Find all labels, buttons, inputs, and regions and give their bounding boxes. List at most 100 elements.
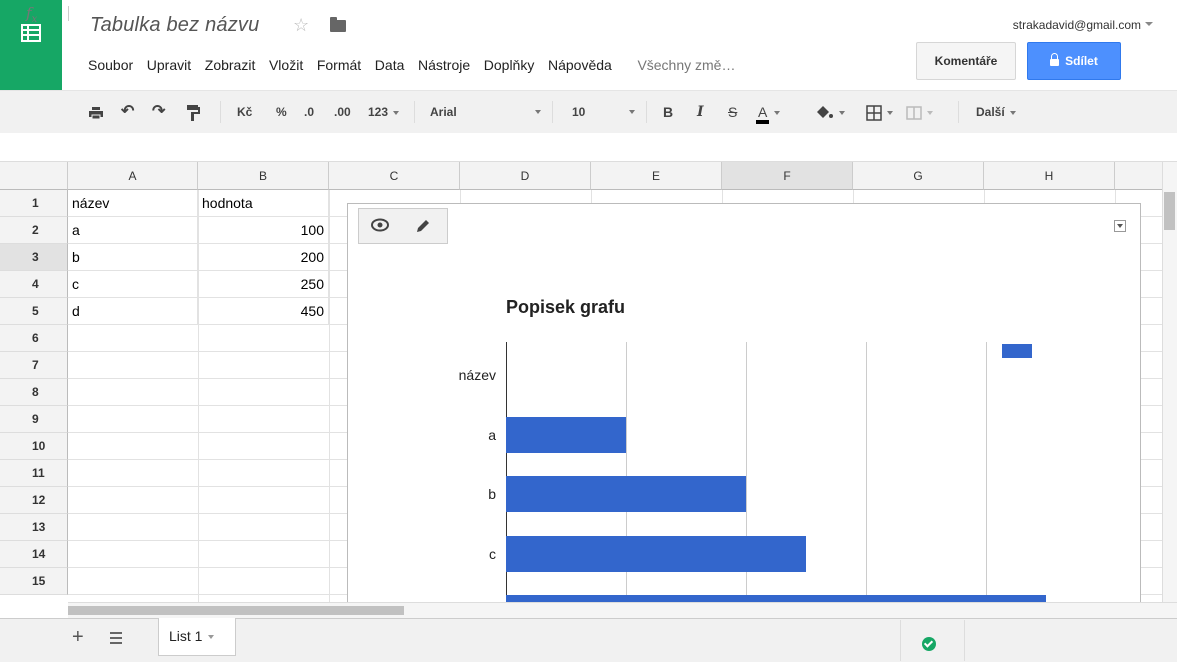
merge-cells-icon	[906, 105, 922, 120]
sheets-logo-icon	[21, 24, 41, 42]
column-header[interactable]: E	[591, 162, 722, 190]
row-header[interactable]: 8	[0, 379, 68, 406]
text-color-button[interactable]: A	[756, 91, 781, 133]
redo-icon[interactable]: ↷	[152, 91, 165, 133]
borders-button[interactable]	[866, 91, 893, 133]
column-header[interactable]: F	[722, 162, 853, 190]
column-header[interactable]: G	[853, 162, 984, 190]
row-header[interactable]: 15	[0, 568, 68, 595]
save-status[interactable]: Všechny změ…	[637, 57, 735, 73]
paint-format-icon[interactable]	[186, 91, 200, 133]
cell-b2[interactable]: 100	[198, 217, 329, 244]
formula-divider	[68, 6, 69, 21]
menu-addons[interactable]: Doplňky	[484, 57, 535, 73]
cell-b5[interactable]: 450	[198, 298, 329, 325]
column-header[interactable]: A	[68, 162, 198, 190]
italic-button[interactable]: I	[697, 91, 704, 133]
chevron-down-icon	[839, 110, 845, 115]
menu-help[interactable]: Nápověda	[548, 57, 612, 73]
menu-tools[interactable]: Nástroje	[418, 57, 470, 73]
row-header[interactable]: 13	[0, 514, 68, 541]
document-title[interactable]: Tabulka bez názvu	[90, 14, 259, 37]
format-percent-button[interactable]: %	[276, 91, 287, 133]
embedded-chart[interactable]: Popisek grafu názevabcd	[347, 203, 1141, 603]
menu-format[interactable]: Formát	[317, 57, 361, 73]
formula-bar[interactable]	[0, 133, 1177, 162]
toolbar: ↶ ↷ Kč % .0 .00 123 Arial 10 B I S A Dal…	[0, 90, 1177, 134]
row-header[interactable]: 12	[0, 487, 68, 514]
row-header[interactable]: 4	[0, 271, 68, 298]
share-button[interactable]: Sdílet	[1027, 42, 1121, 80]
chevron-down-icon[interactable]	[1145, 22, 1153, 26]
menu-file[interactable]: Soubor	[88, 57, 133, 73]
row-header[interactable]: 6	[0, 325, 68, 352]
row-header[interactable]: 2	[0, 217, 68, 244]
lock-icon	[1050, 53, 1060, 66]
menu-bar: Soubor Upravit Zobrazit Vložit Formát Da…	[88, 57, 745, 77]
all-sheets-icon[interactable]	[110, 632, 122, 644]
row-header[interactable]: 9	[0, 406, 68, 433]
sheet-tab[interactable]: List 1	[158, 618, 236, 656]
chart-bar[interactable]	[506, 535, 806, 572]
fill-color-button[interactable]	[814, 91, 845, 133]
row-header[interactable]: 7	[0, 352, 68, 379]
strikethrough-button[interactable]: S	[728, 91, 737, 133]
chart-plot-area: názevabcd	[348, 204, 1140, 602]
print-icon[interactable]	[88, 91, 104, 133]
chart-category-label: c	[489, 545, 496, 562]
vertical-scroll-thumb[interactable]	[1164, 192, 1175, 230]
star-icon[interactable]: ☆	[293, 15, 309, 36]
row-header[interactable]: 3	[0, 244, 68, 271]
row-header[interactable]: 1	[0, 190, 68, 217]
font-family-value: Arial	[430, 105, 457, 119]
chevron-down-icon	[208, 635, 215, 640]
more-formats-dropdown[interactable]: 123	[368, 91, 400, 133]
account-email[interactable]: strakadavid@gmail.com	[1013, 18, 1141, 32]
fx-icon: fx	[26, 4, 38, 25]
row-header[interactable]: 5	[0, 298, 68, 325]
column-header[interactable]: C	[329, 162, 460, 190]
horizontal-scroll-thumb[interactable]	[68, 606, 404, 615]
menu-data[interactable]: Data	[375, 57, 405, 73]
decrease-decimal-button[interactable]: .0	[304, 91, 314, 133]
add-sheet-icon[interactable]: +	[72, 626, 84, 649]
cell-b4[interactable]: 250	[198, 271, 329, 298]
cell-a5[interactable]: d	[68, 298, 198, 325]
format-currency-button[interactable]: Kč	[237, 91, 252, 133]
column-header[interactable]: H	[984, 162, 1115, 190]
chart-bar[interactable]	[506, 416, 626, 453]
chart-legend-swatch	[1002, 344, 1032, 358]
row-header[interactable]: 14	[0, 541, 68, 568]
cell-a1[interactable]: název	[68, 190, 198, 217]
column-header[interactable]: D	[460, 162, 591, 190]
comments-button[interactable]: Komentáře	[916, 42, 1016, 80]
row-header[interactable]: 11	[0, 460, 68, 487]
undo-icon[interactable]: ↶	[121, 91, 134, 133]
cell-b1[interactable]: hodnota	[198, 190, 329, 217]
bold-button[interactable]: B	[663, 91, 673, 133]
sheet-tab-label: List 1	[169, 628, 203, 644]
cell-a3[interactable]: b	[68, 244, 198, 271]
menu-insert[interactable]: Vložit	[269, 57, 303, 73]
select-all-corner[interactable]	[0, 162, 68, 190]
cell-a4[interactable]: c	[68, 271, 198, 298]
chart-bar[interactable]	[506, 476, 746, 512]
menu-view[interactable]: Zobrazit	[205, 57, 256, 73]
font-family-dropdown[interactable]: Arial	[430, 91, 548, 133]
cell-a2[interactable]: a	[68, 217, 198, 244]
menu-edit[interactable]: Upravit	[147, 57, 191, 73]
cell-b3[interactable]: 200	[198, 244, 329, 271]
folder-icon[interactable]	[330, 17, 346, 32]
more-formats-label: 123	[368, 105, 389, 119]
font-size-dropdown[interactable]: 10	[572, 91, 642, 133]
chevron-down-icon	[629, 110, 635, 114]
column-header[interactable]: B	[198, 162, 329, 190]
chart-category-label: název	[458, 367, 496, 383]
chart-gridline	[866, 342, 867, 602]
row-header[interactable]: 10	[0, 433, 68, 460]
column-header[interactable]	[1115, 162, 1162, 190]
chevron-down-icon	[393, 110, 400, 115]
increase-decimal-button[interactable]: .00	[334, 91, 351, 133]
more-button[interactable]: Další	[976, 91, 1016, 133]
chevron-down-icon	[927, 110, 933, 115]
